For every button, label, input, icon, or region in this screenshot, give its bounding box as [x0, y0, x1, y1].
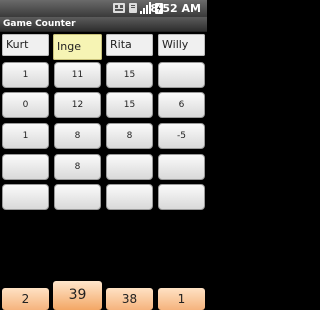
- notification-icon: [129, 3, 137, 13]
- player-name-field-active[interactable]: Inge: [53, 34, 102, 60]
- score-cell[interactable]: 8: [106, 123, 153, 149]
- score-cell[interactable]: [158, 184, 205, 210]
- score-cell[interactable]: [158, 154, 205, 180]
- score-cell[interactable]: 15: [106, 62, 153, 88]
- player-name-field[interactable]: Rita: [106, 34, 153, 56]
- score-cell[interactable]: 1: [2, 123, 49, 149]
- score-cell[interactable]: 0: [2, 92, 49, 118]
- player-total: 1: [158, 288, 205, 310]
- score-cell[interactable]: 1: [2, 62, 49, 88]
- player-name-field[interactable]: Kurt: [2, 34, 49, 56]
- title-bar: Game Counter: [0, 17, 207, 32]
- score-cell[interactable]: [106, 154, 153, 180]
- score-cell[interactable]: 8: [54, 154, 101, 180]
- player-total-active: 39: [53, 281, 102, 310]
- score-cell[interactable]: [54, 184, 101, 210]
- clock: 8:52 AM: [150, 2, 201, 15]
- player-name-field[interactable]: Willy: [158, 34, 205, 56]
- score-cell[interactable]: 15: [106, 92, 153, 118]
- score-cell[interactable]: -5: [158, 123, 205, 149]
- usb-debug-icon: [113, 3, 125, 13]
- score-cell[interactable]: 12: [54, 92, 101, 118]
- score-cell[interactable]: 8: [54, 123, 101, 149]
- score-cell[interactable]: 11: [54, 62, 101, 88]
- score-cell[interactable]: [158, 62, 205, 88]
- score-cell[interactable]: [2, 184, 49, 210]
- status-bar: 8:52 AM: [0, 0, 207, 17]
- score-cell[interactable]: [106, 184, 153, 210]
- score-cell[interactable]: [2, 154, 49, 180]
- player-total: 2: [2, 288, 49, 310]
- player-total: 38: [106, 288, 153, 310]
- app-title: Game Counter: [3, 19, 76, 29]
- score-cell[interactable]: 6: [158, 92, 205, 118]
